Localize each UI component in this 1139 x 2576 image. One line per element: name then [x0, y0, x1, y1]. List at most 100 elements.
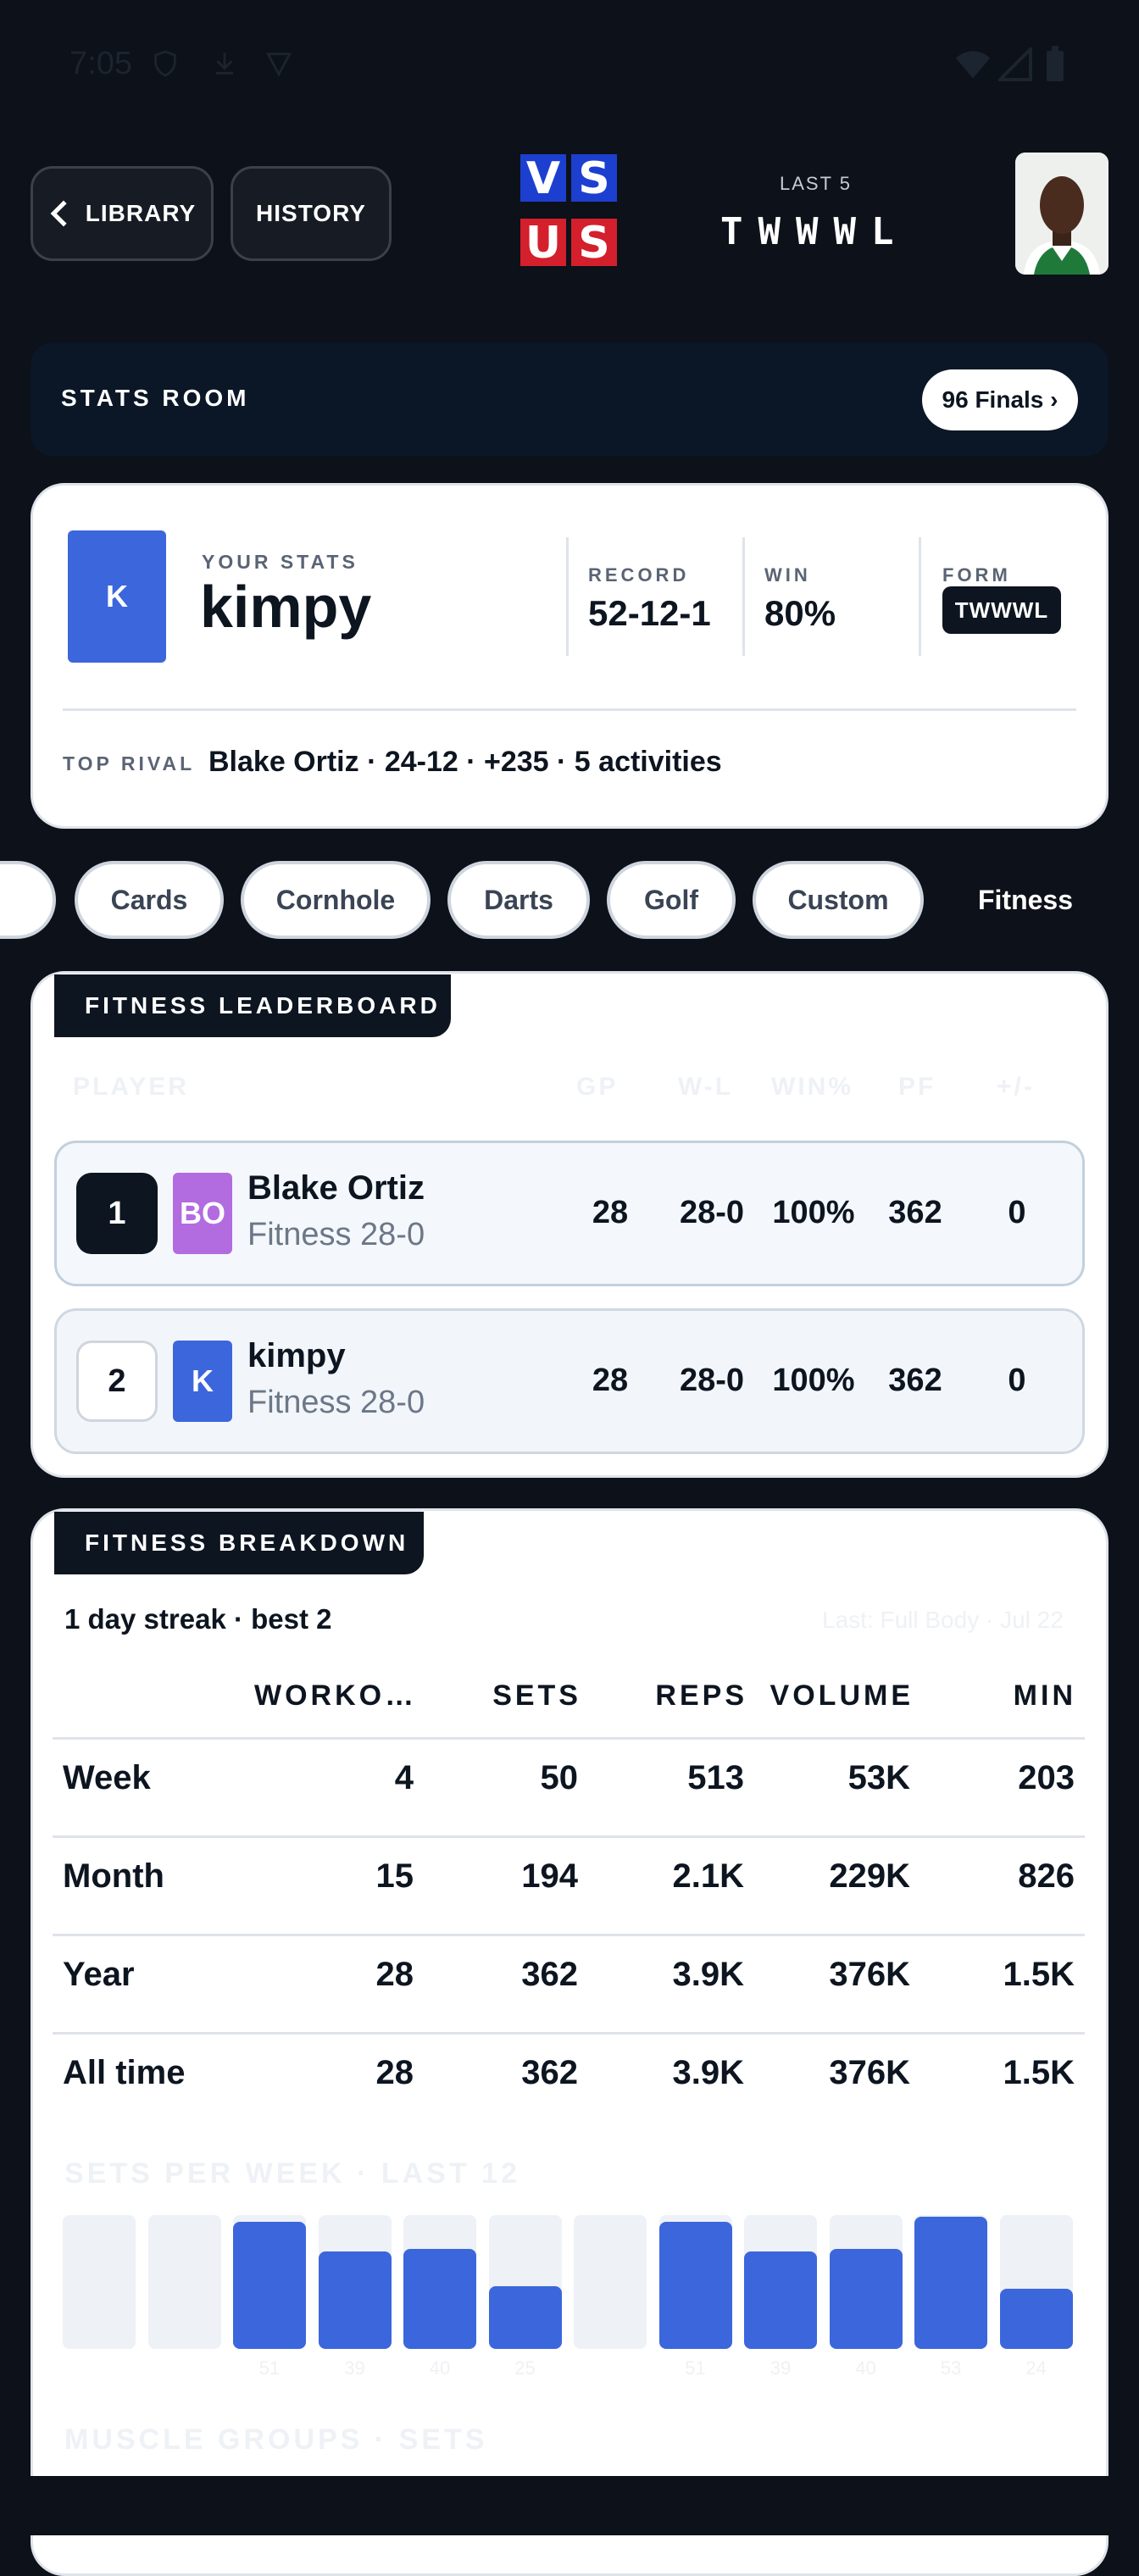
- cell: 362: [521, 2054, 578, 2091]
- bar[interactable]: [658, 2222, 732, 2349]
- cell: 4: [394, 1759, 414, 1796]
- row-label-week: Week: [63, 1759, 151, 1796]
- breakdown-title: FITNESS BREAKDOWN: [54, 1512, 424, 1574]
- tab-custom[interactable]: Custom: [753, 861, 924, 939]
- row-label-all-time: All time: [63, 2054, 186, 2091]
- record-label: RECORD: [588, 564, 690, 586]
- divider: [53, 2032, 1085, 2035]
- bar-label: 40: [429, 2357, 451, 2379]
- cell: 513: [687, 1759, 744, 1796]
- form-label: FORM: [942, 564, 1011, 586]
- winpct-value: 100%: [772, 1195, 855, 1230]
- bar-label: 51: [258, 2357, 281, 2379]
- col-sets: SETS: [492, 1679, 581, 1712]
- cell: 194: [521, 1857, 578, 1895]
- bar[interactable]: [233, 2222, 306, 2349]
- pf-value: 362: [888, 1195, 942, 1230]
- diff-value: 0: [1008, 1195, 1026, 1230]
- last5-value: TWWWL: [720, 210, 909, 253]
- bar[interactable]: [488, 2286, 562, 2349]
- finals-button[interactable]: 96 Finals ›: [922, 369, 1078, 430]
- tab-cornhole[interactable]: Cornhole: [241, 861, 431, 939]
- cell: 2.1K: [672, 1857, 745, 1895]
- gp-value: 28: [592, 1363, 629, 1398]
- your-stats-label: YOUR STATS: [202, 551, 358, 573]
- status-time: 7:05: [69, 46, 132, 81]
- signal-icon: [998, 47, 1032, 81]
- library-button[interactable]: LIBRARY: [31, 166, 214, 261]
- bar[interactable]: [318, 2251, 392, 2349]
- breakdown-card: [31, 1508, 1108, 2576]
- cell: 362: [521, 1956, 578, 1993]
- divider: [63, 708, 1076, 711]
- cell: 826: [1018, 1857, 1075, 1895]
- avatar[interactable]: [1015, 153, 1108, 275]
- col-pf: PF: [898, 1073, 936, 1101]
- cell: 28: [375, 1956, 414, 1993]
- player-sub: Fitness 28-0: [247, 1217, 425, 1252]
- cell: 376K: [829, 1956, 910, 1993]
- cell: 3.9K: [672, 2054, 745, 2091]
- bar-track: [574, 2215, 647, 2349]
- wl-value: 28-0: [679, 1195, 745, 1230]
- col-min: MIN: [1013, 1679, 1076, 1712]
- player-name: kimpy: [247, 1337, 346, 1374]
- tab-hidden[interactable]: [0, 861, 56, 939]
- bar-label: 51: [685, 2357, 706, 2379]
- bar[interactable]: [403, 2249, 476, 2349]
- bar-label: 39: [770, 2357, 792, 2379]
- winpct-value: 100%: [772, 1363, 855, 1398]
- col-volume: VOLUME: [770, 1679, 914, 1712]
- history-button[interactable]: HISTORY: [231, 166, 392, 261]
- tab-fitness[interactable]: Fitness: [941, 861, 1110, 939]
- form-badge: TWWWL: [942, 586, 1061, 634]
- bar[interactable]: [744, 2251, 817, 2349]
- player-avatar: BO: [173, 1173, 232, 1254]
- cell: 15: [375, 1857, 414, 1895]
- cell: 1.5K: [1003, 2054, 1075, 2091]
- col-diff: +/-: [997, 1073, 1035, 1101]
- cell: 376K: [829, 2054, 910, 2091]
- divider: [742, 537, 745, 656]
- bar-label: 39: [344, 2357, 365, 2379]
- divider: [53, 1737, 1085, 1740]
- row-label-year: Year: [63, 1956, 135, 1993]
- logo-tile: V: [520, 154, 566, 203]
- bar[interactable]: [999, 2289, 1073, 2349]
- diff-value: 0: [1008, 1363, 1026, 1398]
- row-label-month: Month: [63, 1857, 164, 1895]
- logo-tile: U: [520, 219, 566, 268]
- player-avatar: K: [173, 1341, 232, 1422]
- last-workout-note: Last: Full Body · Jul 22: [822, 1607, 1064, 1633]
- top-rival-label: TOP RIVAL: [63, 752, 196, 774]
- divider: [566, 537, 569, 656]
- bar[interactable]: [829, 2249, 903, 2349]
- cell: 50: [540, 1759, 579, 1796]
- logo-tile: S: [571, 219, 617, 268]
- logo-tile: S: [571, 154, 617, 203]
- bar-track: [147, 2215, 221, 2349]
- cell: 229K: [829, 1857, 910, 1895]
- cell: 3.9K: [672, 1956, 745, 1993]
- history-label: HISTORY: [256, 200, 366, 226]
- bottom-edge: [0, 2476, 1139, 2535]
- app-logo: V S U S: [520, 154, 619, 273]
- player-photo-icon: [1015, 153, 1108, 275]
- rank-badge: 1: [76, 1173, 158, 1254]
- bar-label: 25: [514, 2357, 536, 2379]
- gp-value: 28: [592, 1195, 629, 1230]
- player-name: Blake Ortiz: [247, 1169, 425, 1207]
- sets-per-week-title: SETS PER WEEK · LAST 12: [64, 2157, 520, 2190]
- bar[interactable]: [914, 2217, 987, 2349]
- col-winpct: WIN%: [771, 1073, 853, 1101]
- shield-icon: [154, 50, 176, 77]
- rank-badge: 2: [76, 1341, 158, 1422]
- last5-label: LAST 5: [780, 173, 852, 194]
- col-reps: REPS: [655, 1679, 747, 1712]
- leaderboard-title: FITNESS LEADERBOARD: [54, 974, 451, 1037]
- tab-darts[interactable]: Darts: [447, 861, 590, 939]
- top-rival-value[interactable]: Blake Ortiz · 24-12 · +235 · 5 activitie…: [208, 746, 722, 779]
- tab-golf[interactable]: Golf: [607, 861, 736, 939]
- bar-label: 53: [940, 2357, 962, 2379]
- tab-cards[interactable]: Cards: [75, 861, 224, 939]
